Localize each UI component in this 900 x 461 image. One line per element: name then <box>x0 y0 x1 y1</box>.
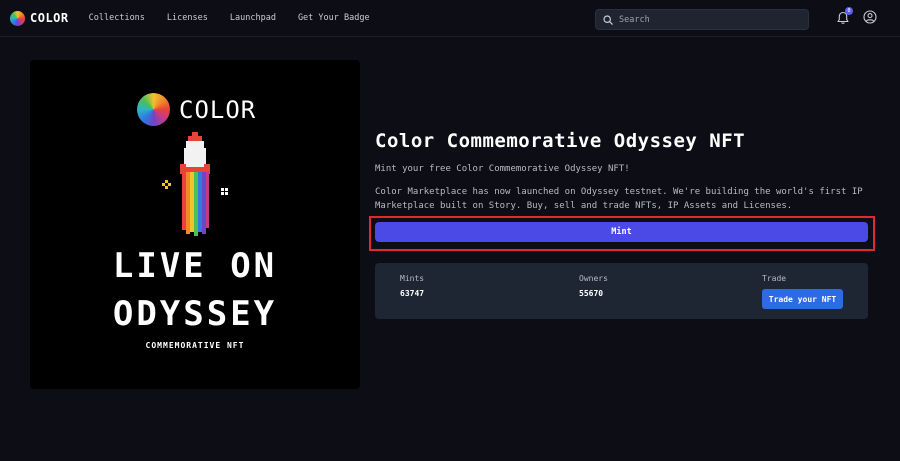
color-wheel-logo-icon <box>137 93 170 126</box>
hero-brand: COLOR <box>137 93 256 126</box>
stats-panel: Mints 63747 Owners 55670 Trade Trade you… <box>375 263 868 319</box>
page-description: Color Marketplace has now launched on Od… <box>375 187 863 211</box>
brand[interactable]: COLOR <box>10 10 69 26</box>
search-bar[interactable] <box>595 9 809 30</box>
hero-subtitle: COMMEMORATIVE NFT <box>145 341 245 350</box>
notification-badge: 0 <box>845 7 853 15</box>
hero-headline-line1: LIVE ON <box>112 246 278 286</box>
hero-headline-line2: ODYSSEY <box>112 294 278 334</box>
trade-label: Trade <box>762 274 787 283</box>
nav-links: Collections Licenses Launchpad Get Your … <box>89 13 392 23</box>
hero-brand-name: COLOR <box>179 95 257 124</box>
trade-your-nft-button[interactable]: Trade your NFT <box>762 289 843 309</box>
search-input[interactable] <box>619 14 799 25</box>
nav-link-collections[interactable]: Collections <box>89 13 145 23</box>
nav-link-licenses[interactable]: Licenses <box>167 13 208 23</box>
page-title: Color Commemorative Odyssey NFT <box>375 130 746 152</box>
hero-nft-image: COLOR LIVE ON ODYSSEY COMMEMORATIVE NFT <box>30 60 360 389</box>
user-icon[interactable] <box>863 10 877 24</box>
mints-value: 63747 <box>400 289 425 298</box>
nav-link-get-your-badge[interactable]: Get Your Badge <box>298 13 370 23</box>
rocket-icon <box>162 132 228 236</box>
page-subtitle: Mint your free Color Commemorative Odyss… <box>375 164 630 174</box>
search-icon <box>603 14 613 25</box>
brand-name: COLOR <box>30 11 69 25</box>
mints-label: Mints <box>400 274 425 283</box>
nav-link-launchpad[interactable]: Launchpad <box>230 13 276 23</box>
mint-button[interactable]: Mint <box>375 222 868 242</box>
owners-value: 55670 <box>579 289 604 298</box>
color-wheel-logo-icon <box>10 10 25 26</box>
owners-label: Owners <box>579 274 608 283</box>
